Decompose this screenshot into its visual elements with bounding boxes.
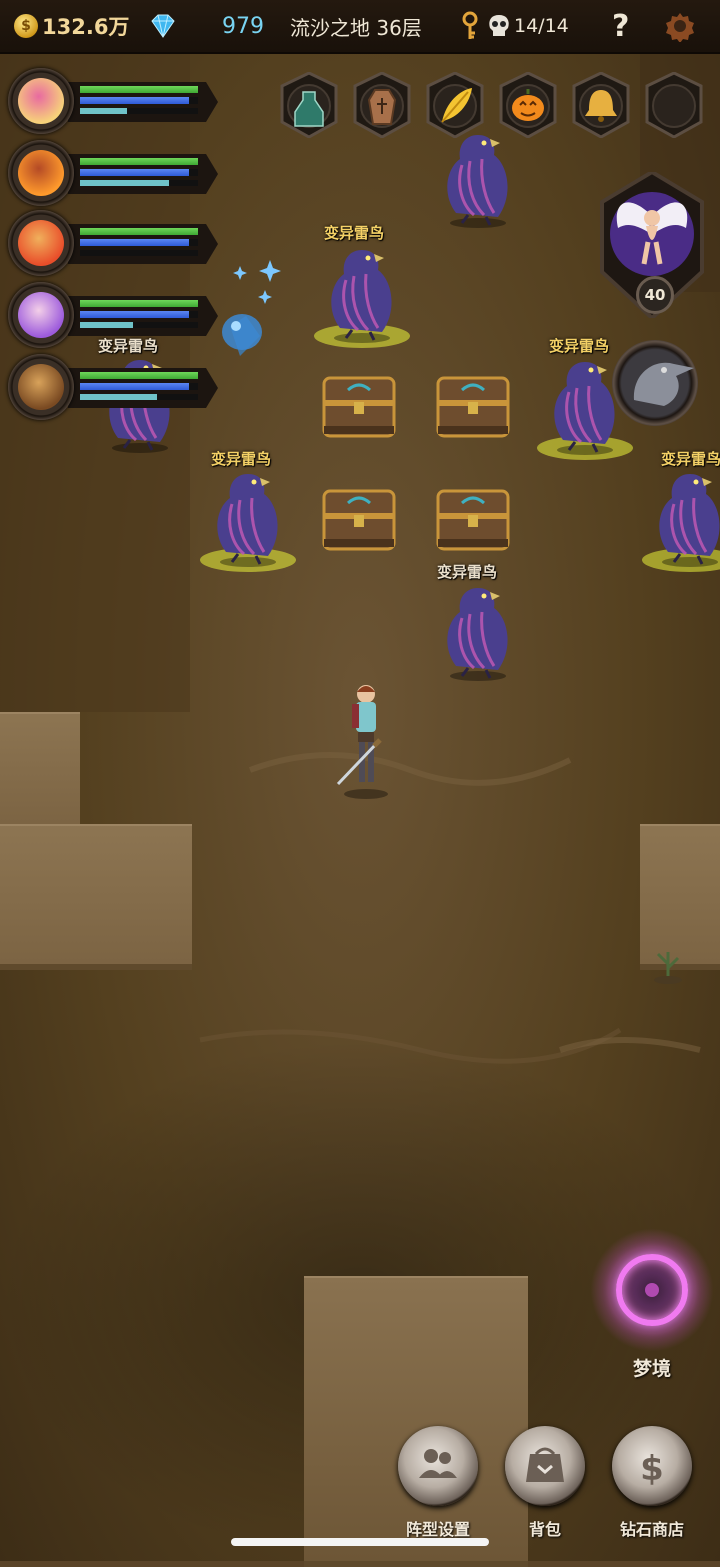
- thunderbird-enemy[interactable]: [198, 464, 298, 574]
- item-slot[interactable]: [497, 71, 559, 139]
- hero-portrait-1[interactable]: [8, 68, 220, 134]
- raven-skill-icon[interactable]: [612, 340, 698, 426]
- bag-icon: [526, 1447, 564, 1482]
- hero-status-bars: [68, 224, 218, 264]
- player-character[interactable]: [330, 680, 400, 800]
- settings-gear-icon[interactable]: [664, 0, 696, 52]
- ice-spirit-sprite[interactable]: [210, 246, 290, 356]
- bottom-button-label: 阵型设置: [405, 1520, 470, 1539]
- xp-bar: [80, 322, 198, 328]
- xp-bar: [80, 250, 198, 256]
- dream-core-icon: [645, 1283, 659, 1297]
- mp-bar: [80, 169, 198, 176]
- hero-status-bars: [68, 82, 218, 122]
- dream-label: 梦境: [632, 1358, 671, 1380]
- mp-bar: [80, 97, 198, 104]
- hero-portrait-4[interactable]: [8, 282, 220, 348]
- xp-bar: [80, 180, 198, 186]
- sand-block: [0, 712, 80, 830]
- hp-bar: [80, 86, 198, 93]
- gold-coin-icon: $: [14, 14, 38, 38]
- team-button[interactable]: [398, 1426, 478, 1506]
- sand-block: [0, 824, 192, 970]
- dollar-button[interactable]: $: [612, 1426, 692, 1506]
- team-icon: [419, 1449, 457, 1478]
- bag-button[interactable]: [505, 1426, 585, 1506]
- treasure-chest[interactable]: [434, 485, 512, 555]
- help-icon[interactable]: ?: [612, 0, 629, 52]
- item-slot[interactable]: [351, 71, 413, 139]
- coffin-icon: [367, 89, 397, 125]
- companion-level-badge: 40: [636, 276, 674, 314]
- diamond-icon[interactable]: [148, 0, 178, 52]
- xp-bar: [80, 108, 198, 114]
- companion-portrait[interactable]: 40: [598, 169, 706, 321]
- hero-face-icon: [18, 292, 64, 338]
- dream-portal-button[interactable]: [590, 1228, 714, 1352]
- item-slot[interactable]: [570, 71, 632, 139]
- mp-bar: [80, 383, 198, 390]
- key-icon: [460, 0, 480, 52]
- hero-face-icon: [18, 220, 64, 266]
- cactus-sprout: [654, 952, 682, 984]
- hero-portrait-2[interactable]: [8, 140, 220, 206]
- hp-bar: [80, 372, 198, 379]
- gold-counter: $ 132.6万: [14, 0, 129, 52]
- hp-bar: [80, 300, 198, 307]
- hero-status-bars: [68, 368, 218, 408]
- thunderbird-enemy[interactable]: [428, 578, 528, 688]
- home-indicator[interactable]: [231, 1538, 489, 1546]
- thunderbird-enemy[interactable]: [640, 464, 720, 574]
- location-title: 流沙之地 36层: [290, 15, 422, 40]
- hp-bar: [80, 228, 198, 235]
- treasure-chest[interactable]: [320, 485, 398, 555]
- item-slot[interactable]: [424, 71, 486, 139]
- hp-bar: [80, 158, 198, 165]
- bottom-button-label: 钻石商店: [619, 1520, 684, 1539]
- hero-face-icon: [18, 78, 64, 124]
- hero-portrait-5[interactable]: [8, 354, 220, 420]
- diamond-count: 979: [222, 13, 264, 39]
- hero-status-bars: [68, 296, 218, 336]
- hero-face-icon: [18, 364, 64, 410]
- kill-counter: 14/14: [514, 15, 569, 37]
- empty-item-slot[interactable]: [643, 71, 705, 139]
- top-status-bar: $ 132.6万 979 流沙之地 36层 14/14 ?: [0, 0, 720, 54]
- dollar-icon: $: [640, 1449, 664, 1489]
- skull-icon: [486, 0, 512, 52]
- xp-bar: [80, 394, 198, 400]
- bottom-button-label: 背包: [528, 1520, 561, 1539]
- mp-bar: [80, 239, 198, 246]
- treasure-chest[interactable]: [434, 372, 512, 442]
- hero-portrait-3[interactable]: [8, 210, 220, 276]
- thunderbird-enemy[interactable]: [312, 240, 412, 350]
- hero-status-bars: [68, 154, 218, 194]
- gold-amount: 132.6万: [42, 15, 130, 39]
- svg-text:$: $: [640, 1449, 664, 1489]
- item-slot[interactable]: [278, 71, 340, 139]
- mp-bar: [80, 311, 198, 318]
- hero-face-icon: [18, 150, 64, 196]
- thunderbird-enemy[interactable]: [428, 125, 528, 235]
- treasure-chest[interactable]: [320, 372, 398, 442]
